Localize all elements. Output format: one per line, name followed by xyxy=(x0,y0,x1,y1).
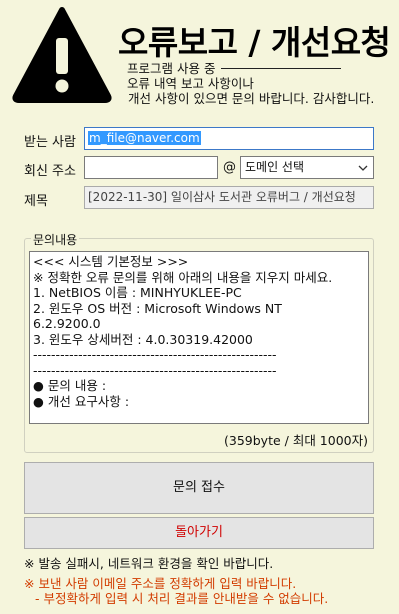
reply-id-field[interactable] xyxy=(84,156,218,179)
at-sign: @ xyxy=(223,160,236,175)
subject-row: 제목 [2022-11-30] 일이삼사 도서관 오류버그 / 개선요청 xyxy=(0,186,399,210)
inquiry-line: 1. NetBIOS 이름 : MINHYUKLEE-PC xyxy=(33,285,242,300)
subtitle-rule xyxy=(221,68,342,69)
page-subtitle: 프로그램 사용 중 오류 내역 보고 사항이나 개선 사항이 있으면 문의 바랍… xyxy=(127,61,397,106)
subject-label: 제목 xyxy=(24,194,48,209)
inquiry-line: 6.2.9200.0 xyxy=(33,316,101,331)
sender-label: 받는 사람 xyxy=(24,135,76,150)
back-button[interactable]: 돌아가기 xyxy=(24,517,374,549)
inquiry-line: ● 개선 요구사항 : xyxy=(33,393,130,409)
network-note: ※ 발송 실패시, 네트워크 환경을 확인 바랍니다. xyxy=(24,556,274,571)
inquiry-line: ● 문의 내용 : xyxy=(33,378,107,393)
inquiry-line: ----------------------------------------… xyxy=(33,347,277,362)
sender-email-value: m_file@naver.com xyxy=(88,131,201,145)
sender-row: 받는 사람 m_file@naver.com xyxy=(0,127,399,151)
inquiry-legend: 문의내용 xyxy=(31,231,80,248)
subtitle-line: 프로그램 사용 중 xyxy=(127,61,216,76)
reply-row: 회신 주소 @ 도메인 선택 xyxy=(0,156,399,180)
email-warning-sub: - 부정확하게 입력 시 처리 결과를 안내받을 수 없습니다. xyxy=(35,591,329,606)
subtitle-line: 오류 내역 보고 사항이나 xyxy=(127,76,254,91)
header: 오류보고 / 개선요청 프로그램 사용 중 오류 내역 보고 사항이나 개선 사… xyxy=(0,0,399,110)
reply-label: 회신 주소 xyxy=(24,164,76,179)
warning-triangle-icon xyxy=(12,7,112,103)
inquiry-textarea[interactable]: <<< 시스템 기본정보 >>> ※ 정확한 오류 문의를 위해 아래의 내용을… xyxy=(29,251,369,424)
inquiry-line: ※ 정확한 오류 문의를 위해 아래의 내용을 지우지 마세요. xyxy=(33,269,333,285)
domain-select-value: 도메인 선택 xyxy=(245,160,305,174)
chevron-down-icon xyxy=(358,165,368,171)
subject-field: [2022-11-30] 일이삼사 도서관 오류버그 / 개선요청 xyxy=(84,186,374,209)
inquiry-line: 2. 윈도우 OS 버전 : Microsoft Windows NT xyxy=(33,300,282,316)
byte-counter: (359byte / 최대 1000자) xyxy=(224,433,368,448)
subtitle-line: 개선 사항이 있으면 문의 바랍니다. 감사합니다. xyxy=(128,91,375,106)
inquiry-line: 3. 윈도우 상세버전 : 4.0.30319.42000 xyxy=(33,331,253,347)
inquiry-line: ----------------------------------------… xyxy=(33,362,277,378)
sender-email-field[interactable]: m_file@naver.com xyxy=(84,127,374,150)
domain-select[interactable]: 도메인 선택 xyxy=(240,156,374,179)
inquiry-line: <<< 시스템 기본정보 >>> xyxy=(33,254,189,269)
inquiry-group: 문의내용 <<< 시스템 기본정보 >>> ※ 정확한 오류 문의를 위해 아래… xyxy=(24,231,374,453)
page-title: 오류보고 / 개선요청 xyxy=(118,23,391,62)
submit-button[interactable]: 문의 접수 xyxy=(24,462,374,514)
email-warning: ※ 보낸 사람 이메일 주소를 정확하게 입력 바랍니다. xyxy=(24,576,297,591)
